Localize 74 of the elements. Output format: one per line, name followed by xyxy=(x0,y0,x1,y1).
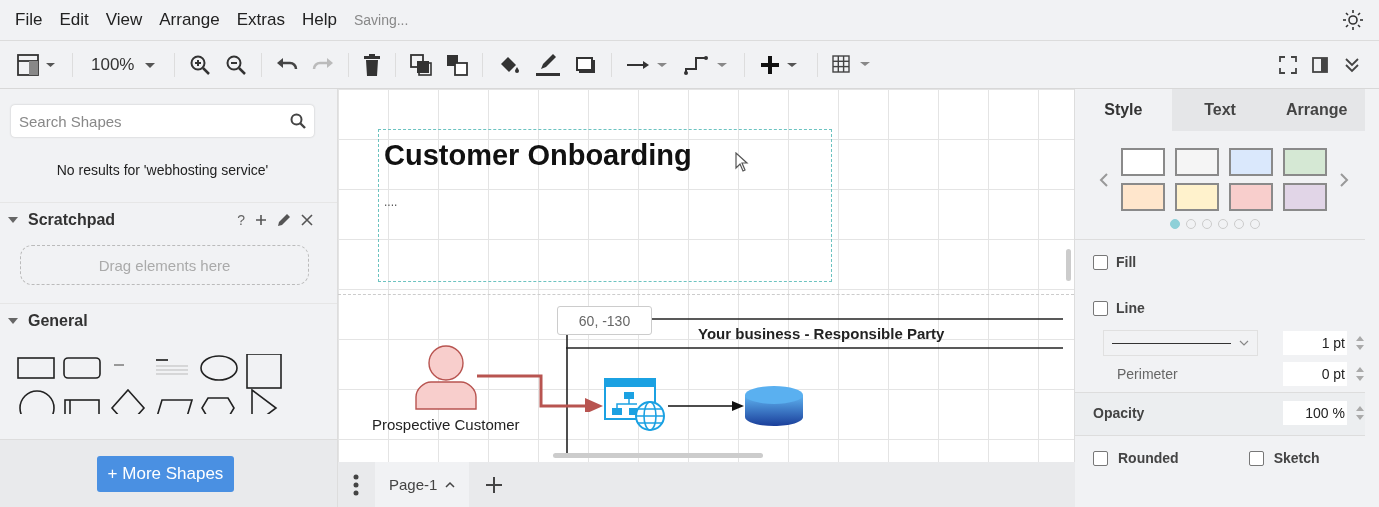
section-title[interactable]: General xyxy=(28,312,88,330)
save-status: Saving... xyxy=(353,12,409,28)
next-icon[interactable] xyxy=(1339,171,1349,188)
caret-icon xyxy=(445,481,456,488)
checkbox[interactable] xyxy=(1248,450,1264,466)
style-swatch[interactable] xyxy=(1229,148,1273,176)
menu-item[interactable]: Edit xyxy=(59,10,89,30)
menu-item[interactable]: Arrange xyxy=(159,10,220,30)
bring-to-front-icon[interactable] xyxy=(410,53,433,76)
style-swatch[interactable] xyxy=(1121,183,1165,211)
style-swatch[interactable] xyxy=(1283,183,1327,211)
opacity-field[interactable]: 100 % xyxy=(1283,401,1347,425)
menu-item[interactable]: View xyxy=(105,10,143,30)
person-icon[interactable] xyxy=(415,344,477,410)
database-icon[interactable] xyxy=(744,385,804,427)
option-label: Line xyxy=(1116,300,1145,316)
search-message: No results for 'webhosting service' xyxy=(55,162,270,178)
cursor-icon xyxy=(735,152,749,172)
zoom-in-icon[interactable] xyxy=(189,53,212,76)
zoom-dropdown[interactable]: 100% xyxy=(87,54,161,75)
zoom-out-icon[interactable] xyxy=(225,53,248,76)
coordinates-tooltip: 60, -130 xyxy=(557,306,652,335)
style-swatch[interactable] xyxy=(1283,148,1327,176)
add-icon[interactable] xyxy=(255,214,267,226)
perimeter-label: Perimeter xyxy=(1116,366,1178,382)
panel-tab[interactable]: Arrange xyxy=(1268,89,1365,131)
option-label: Sketch xyxy=(1273,450,1320,466)
shadow-icon[interactable] xyxy=(575,54,598,75)
style-swatch[interactable] xyxy=(1175,183,1219,211)
expanded-arrow-icon[interactable] xyxy=(8,316,18,326)
send-to-back-icon[interactable] xyxy=(446,53,469,76)
caret-icon xyxy=(144,60,157,69)
scrollbar[interactable] xyxy=(1066,249,1071,281)
actor-label[interactable]: Prospective Customer xyxy=(372,416,520,433)
checkbox[interactable] xyxy=(1093,254,1108,270)
line-color-icon[interactable] xyxy=(535,52,562,77)
expanded-arrow-icon[interactable] xyxy=(8,215,18,225)
opacity-label: Opacity xyxy=(1093,405,1145,421)
line-width-field[interactable]: 1 pt xyxy=(1283,331,1347,355)
style-swatch[interactable] xyxy=(1121,148,1165,176)
line-style-dropdown[interactable] xyxy=(1103,330,1258,356)
pool-label[interactable]: Your business - Responsible Party xyxy=(698,325,945,342)
checkbox[interactable] xyxy=(1093,300,1108,316)
diagram-title[interactable]: Customer Onboarding xyxy=(384,139,692,172)
search-field[interactable]: Search Shapes xyxy=(11,105,314,137)
search-icon[interactable] xyxy=(290,113,306,129)
close-icon[interactable] xyxy=(301,214,313,226)
diagram-text[interactable]: .... xyxy=(384,195,398,209)
option-label: Rounded xyxy=(1118,450,1179,466)
format-panel-icon[interactable] xyxy=(1311,55,1329,74)
menu-item[interactable]: Extras xyxy=(236,10,285,30)
style-swatch[interactable] xyxy=(1229,183,1273,211)
sun-icon[interactable] xyxy=(1342,9,1364,31)
edit-icon[interactable] xyxy=(277,213,291,227)
scrollbar[interactable] xyxy=(553,453,763,458)
perimeter-field[interactable]: 0 pt xyxy=(1283,362,1347,386)
add-page-icon[interactable] xyxy=(485,475,504,494)
panel-tab[interactable]: Text xyxy=(1171,89,1269,131)
collapse-icon[interactable] xyxy=(1343,55,1361,74)
previous-icon[interactable] xyxy=(1099,171,1109,188)
menu-item[interactable]: File xyxy=(15,10,43,30)
caret-icon xyxy=(1239,340,1249,346)
flow-arrow[interactable] xyxy=(668,400,744,412)
page-tab[interactable]: Page-1 xyxy=(375,462,470,507)
option-label: Fill xyxy=(1116,254,1137,270)
delete-icon[interactable] xyxy=(363,53,382,76)
section-title[interactable]: Scratchpad xyxy=(28,211,116,229)
style-swatch[interactable] xyxy=(1175,148,1219,176)
checkbox[interactable] xyxy=(1093,450,1108,466)
page-dot[interactable] xyxy=(1170,219,1180,229)
menu-item[interactable]: Help xyxy=(301,10,337,30)
more-options-icon[interactable] xyxy=(353,473,359,496)
fullscreen-icon[interactable] xyxy=(1279,55,1297,74)
help-link[interactable]: ? xyxy=(237,212,245,228)
